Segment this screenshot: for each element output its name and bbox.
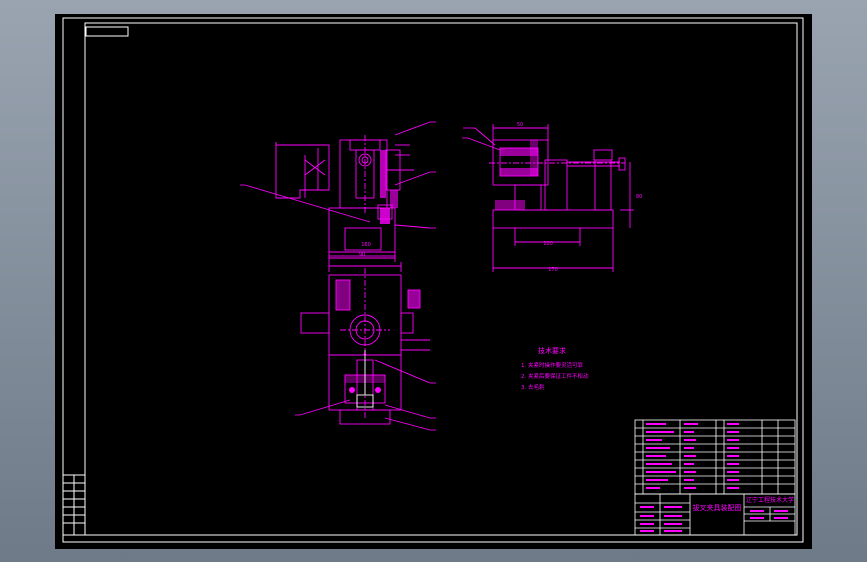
dim-front-width: 160 xyxy=(361,242,371,248)
dim-side-top: 50 xyxy=(517,122,523,128)
cad-viewport: 拔叉夹具装配图 辽宁工程技术大学 技术要求 1. 夹紧时操作要灵活可靠 2. 夹… xyxy=(0,0,867,562)
plan-view xyxy=(299,262,431,431)
school-name: 辽宁工程技术大学 xyxy=(746,496,794,504)
drawing-svg: 拔叉夹具装配图 辽宁工程技术大学 技术要求 1. 夹紧时操作要灵活可靠 2. 夹… xyxy=(62,17,804,543)
tech-req-line-1: 1. 夹紧时操作要灵活可靠 xyxy=(521,361,583,369)
side-clamp-block xyxy=(492,139,549,186)
plan-hatching xyxy=(336,280,420,393)
inner-border xyxy=(84,22,798,536)
tech-req-title: 技术要求 xyxy=(538,346,566,355)
binding-strip xyxy=(62,474,86,536)
tech-req-line-2: 2. 夹紧后要保证工件不松动 xyxy=(521,372,589,380)
parts-list-entries xyxy=(640,423,788,532)
dim-side-height: 80 xyxy=(636,194,642,200)
dim-front-base: 90 xyxy=(359,252,365,258)
drawing-number-box xyxy=(85,26,129,37)
side-hatching xyxy=(495,140,538,210)
dim-side-base: 100 xyxy=(543,241,553,247)
front-view xyxy=(244,121,431,262)
side-view xyxy=(467,124,634,272)
side-base xyxy=(492,209,614,229)
side-support xyxy=(594,159,612,211)
front-left-body xyxy=(275,142,330,199)
balloon-ticks xyxy=(240,121,475,431)
dim-plan-mark: 6 xyxy=(363,352,366,358)
dim-side-width: 170 xyxy=(548,267,558,273)
tech-req-line-3: 3. 去毛刺 xyxy=(521,383,545,391)
title-block-name: 拔叉夹具装配图 xyxy=(693,503,742,512)
title-block xyxy=(634,419,796,536)
